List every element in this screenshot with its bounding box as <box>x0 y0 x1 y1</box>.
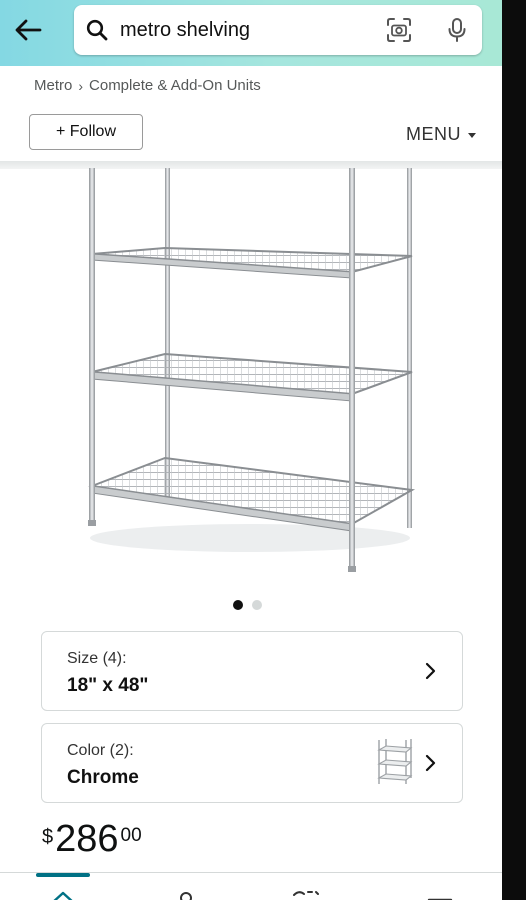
nav-active-indicator <box>36 873 90 877</box>
breadcrumb: Metro › Complete & Add-On Units <box>34 77 261 94</box>
follow-button[interactable]: + Follow <box>29 114 143 150</box>
search-icon <box>86 19 108 41</box>
breadcrumb-item-brand[interactable]: Metro <box>34 77 72 94</box>
search-header: metro shelving <box>0 0 502 66</box>
menu-button[interactable]: MENU <box>406 124 476 145</box>
chevron-right-icon <box>425 662 436 680</box>
chevron-right-icon <box>425 754 436 772</box>
menu-hamburger-icon[interactable] <box>424 889 456 900</box>
carousel-dot-2[interactable] <box>252 600 262 610</box>
carousel-dots <box>233 600 262 610</box>
back-button[interactable] <box>10 12 46 48</box>
search-input[interactable]: metro shelving <box>120 19 250 42</box>
price-whole: 286 <box>55 818 119 860</box>
size-selector[interactable]: Size (4): 18" x 48" <box>41 631 463 711</box>
size-value: 18" x 48" <box>67 675 149 696</box>
menu-label: MENU <box>406 124 461 144</box>
color-label: Color (2): <box>67 742 134 759</box>
size-label: Size (4): <box>67 650 127 667</box>
search-box[interactable]: metro shelving <box>74 5 482 55</box>
price-fraction: 00 <box>120 825 142 846</box>
microphone-icon[interactable] <box>446 17 468 43</box>
color-selector[interactable]: Color (2): Chrome <box>41 723 463 803</box>
carousel-dot-1[interactable] <box>233 600 243 610</box>
breadcrumb-item-category[interactable]: Complete & Add-On Units <box>89 77 261 94</box>
screen-edge <box>502 0 526 900</box>
store-header: Metro › Complete & Add-On Units + Follow… <box>0 66 502 164</box>
account-icon[interactable] <box>170 889 202 900</box>
shelf-top <box>91 246 413 279</box>
camera-icon[interactable] <box>386 17 412 43</box>
home-icon[interactable] <box>47 889 79 900</box>
bottom-nav <box>0 872 502 900</box>
color-value: Chrome <box>67 767 139 788</box>
cart-icon[interactable] <box>290 889 322 900</box>
breadcrumb-separator: › <box>78 77 84 94</box>
product-page: metro shelving Metro › Complete & Add-On… <box>0 0 502 900</box>
back-arrow-icon <box>15 19 42 41</box>
shelf-middle <box>91 352 413 402</box>
price-currency: $ <box>42 826 54 848</box>
product-price: $ 286 00 <box>42 820 142 858</box>
shelf-bottom <box>88 456 416 532</box>
color-swatch-thumbnail <box>377 739 413 784</box>
product-image[interactable] <box>70 168 430 578</box>
caret-down-icon <box>468 133 476 138</box>
